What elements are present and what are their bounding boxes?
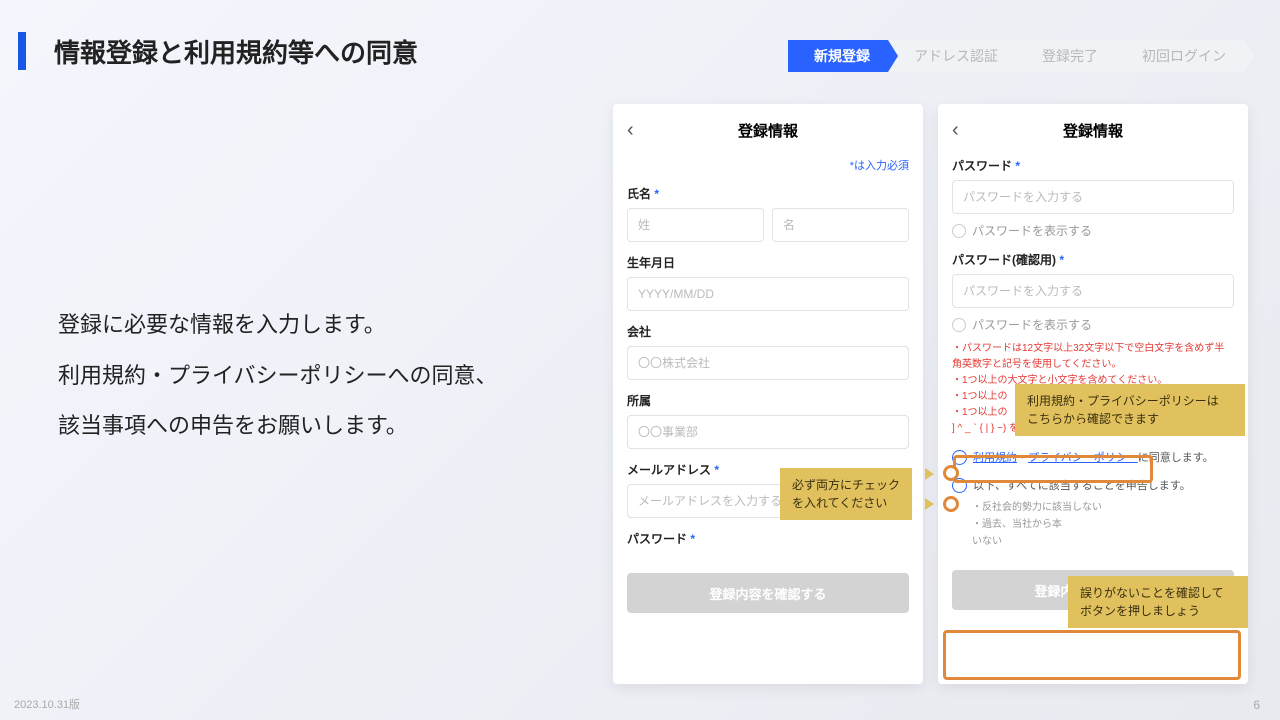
phone-header: ‹ 登録情報 xyxy=(952,120,1234,141)
back-icon[interactable]: ‹ xyxy=(627,119,634,142)
input-dept[interactable] xyxy=(627,415,909,449)
phone-header: ‹ 登録情報 xyxy=(627,120,909,141)
highlight-circle xyxy=(943,496,959,512)
body-line2: 利用規約・プライバシーポリシーへの同意、 xyxy=(58,351,498,402)
input-password[interactable] xyxy=(952,180,1234,214)
accent-bar xyxy=(18,32,26,70)
declare-list: ・反社会的勢力に該当しない ・過去、当社から本 いない xyxy=(972,499,1234,550)
phone-title: 登録情報 xyxy=(1063,120,1123,141)
page-number: 6 xyxy=(1253,698,1260,712)
step-verify: アドレス認証 xyxy=(888,40,1016,72)
label-company: 会社 xyxy=(627,323,909,340)
arrow-icon xyxy=(925,468,934,480)
label-password-confirm: パスワード(確認用) * xyxy=(952,251,1234,268)
body-line1: 登録に必要な情報を入力します。 xyxy=(58,300,498,351)
label-name: 氏名 * xyxy=(627,185,909,202)
arrow-icon xyxy=(1148,615,1162,625)
radio-icon xyxy=(952,224,966,238)
step-complete: 登録完了 xyxy=(1016,40,1116,72)
highlight-circle xyxy=(943,465,959,481)
footer-version: 2023.10.31版 xyxy=(14,696,80,712)
input-firstname[interactable] xyxy=(772,208,909,242)
arrow-icon xyxy=(1080,423,1094,433)
callout-check-both: 必ず両方にチェックを入れてください xyxy=(780,468,912,520)
label-password: パスワード * xyxy=(627,530,909,547)
page-title: 情報登録と利用規約等への同意 xyxy=(54,33,418,70)
input-dob[interactable] xyxy=(627,277,909,311)
arrow-icon xyxy=(925,498,934,510)
body-text: 登録に必要な情報を入力します。 利用規約・プライバシーポリシーへの同意、 該当事… xyxy=(58,300,498,452)
input-lastname[interactable] xyxy=(627,208,764,242)
label-dept: 所属 xyxy=(627,392,909,409)
radio-icon xyxy=(952,318,966,332)
show-password-toggle2[interactable]: パスワードを表示する xyxy=(952,316,1234,333)
step-register: 新規登録 xyxy=(788,40,888,72)
back-icon[interactable]: ‹ xyxy=(952,119,959,142)
highlight-button xyxy=(943,630,1241,680)
callout-terms: 利用規約・プライバシーポリシーはこちらから確認できます xyxy=(1015,384,1245,436)
body-line3: 該当事項への申告をお願いします。 xyxy=(58,401,498,452)
input-password-confirm[interactable] xyxy=(952,274,1234,308)
required-note: *は入力必須 xyxy=(627,157,909,173)
label-password: パスワード * xyxy=(952,157,1234,174)
show-password-toggle[interactable]: パスワードを表示する xyxy=(952,222,1234,239)
input-company[interactable] xyxy=(627,346,909,380)
phone-left: ‹ 登録情報 *は入力必須 氏名 * 生年月日 会社 所属 メールアドレス * … xyxy=(613,104,923,684)
confirm-button[interactable]: 登録内容を確認する xyxy=(627,573,909,613)
phone-title: 登録情報 xyxy=(738,120,798,141)
step-login: 初回ログイン xyxy=(1116,40,1244,72)
label-dob: 生年月日 xyxy=(627,254,909,271)
highlight-terms xyxy=(953,455,1153,483)
progress-steps: 新規登録 アドレス認証 登録完了 初回ログイン xyxy=(788,40,1244,72)
